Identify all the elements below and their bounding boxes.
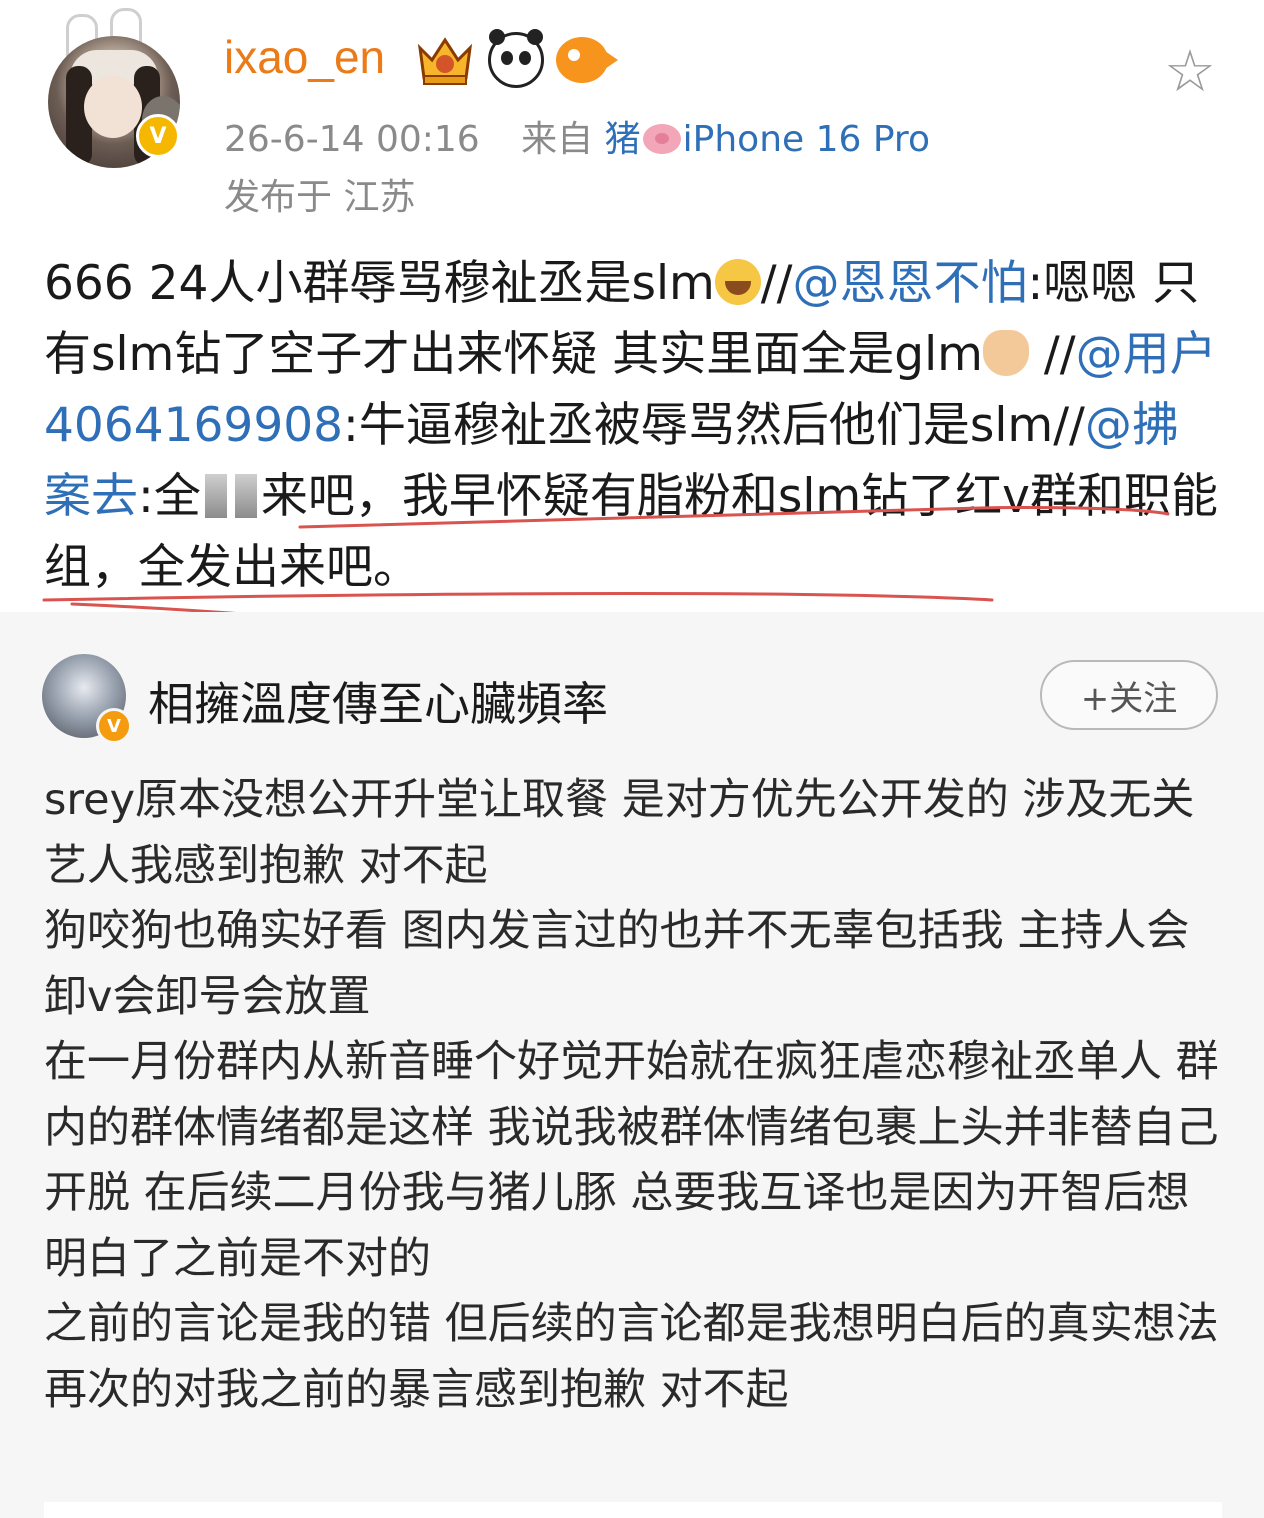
verified-badge-icon: V: [96, 708, 132, 744]
repost-segment: :全: [138, 469, 201, 524]
repost-segment: //: [1028, 327, 1076, 382]
pig-icon: [642, 124, 681, 154]
pixelated-censor-mark: [234, 474, 257, 518]
pixelated-censor-mark: [204, 474, 227, 518]
quoted-paragraph: 之前的言论是我的错 但后续的言论都是我想明白后的真实想法: [44, 1299, 1219, 1349]
quoted-author-name[interactable]: 相擁溫度傳至心臟頻率: [148, 668, 608, 734]
user-badges: [414, 29, 618, 88]
user-avatar-frame[interactable]: V: [38, 8, 188, 168]
source-name-a: 猪: [604, 119, 641, 160]
quoted-paragraph: 狗咬狗也确实好看 图内发言过的也并不无辜包括我 主持人会卸v会卸号会放置: [44, 906, 1190, 1022]
repost-text: 666 24人小群辱骂穆祉丞是slm//@恩恩不怕:嗯嗯 只有slm钻了空子才出…: [44, 248, 1224, 603]
repost-segment: :牛逼穆祉丞被辱骂然后他们是slm//: [343, 398, 1085, 453]
follow-button[interactable]: +关注: [1040, 660, 1218, 730]
crown-level-icon[interactable]: [414, 34, 476, 86]
quoted-paragraph: 再次的对我之前的暴言感到抱歉 对不起: [44, 1364, 789, 1415]
fish-icon[interactable]: [556, 37, 618, 83]
repost-segment: 666 24人小群辱骂穆祉丞是slm: [44, 256, 715, 311]
username[interactable]: ixao_en: [224, 30, 385, 84]
mention-link[interactable]: @恩恩不怕: [792, 256, 1027, 311]
quoted-paragraph: 在一月份群内从新音睡个好觉开始就在疯狂虐恋穆祉丞单人 群内的群体情绪都是这样 我…: [44, 1037, 1219, 1284]
laughing-crying-emoji-icon: [714, 259, 761, 305]
quoted-image-area-edge: [44, 1502, 1222, 1518]
post-timestamp: 26-6-14 00:16: [224, 119, 480, 160]
quoted-post[interactable]: V 相擁溫度傳至心臟頻率 +关注 srey原本没想公开升堂让取餐 是对方优先公开…: [0, 612, 1264, 1518]
verified-badge-icon: V: [136, 114, 180, 158]
post-meta: 26-6-14 00:16 来自 猪 iPhone 16 Pro: [224, 110, 930, 162]
quoted-paragraph: srey原本没想公开升堂让取餐 是对方优先公开发的 涉及无关艺人我感到抱歉 对不…: [44, 775, 1195, 891]
source-name-b: iPhone 16 Pro: [682, 119, 930, 160]
ok-hand-emoji-icon: [982, 330, 1029, 376]
source-device-link[interactable]: 猪 iPhone 16 Pro: [605, 119, 930, 160]
source-prefix: 来自: [521, 119, 594, 160]
post-location: 发布于 江苏: [224, 177, 416, 218]
panda-icon[interactable]: [488, 29, 544, 88]
favorite-star-icon[interactable]: ☆: [1160, 42, 1220, 100]
repost-segment: //: [760, 256, 793, 311]
quoted-post-text: srey原本没想公开升堂让取餐 是对方优先公开发的 涉及无关艺人我感到抱歉 对不…: [44, 768, 1224, 1423]
